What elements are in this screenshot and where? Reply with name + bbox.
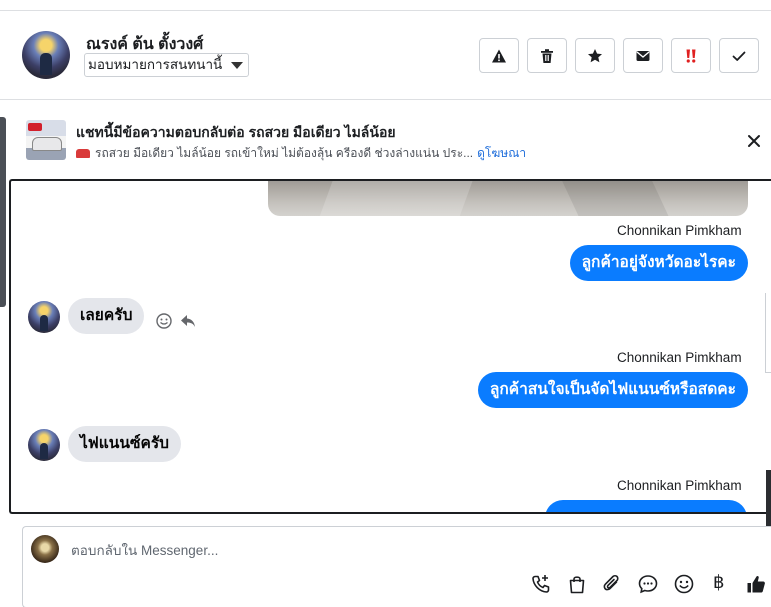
ad-thumbnail[interactable] — [26, 120, 66, 160]
sender-name: Chonnikan Pimkham — [617, 478, 742, 493]
view-ad-link[interactable]: ดูโฆษณา — [477, 146, 526, 160]
contact-avatar-small[interactable] — [28, 429, 60, 461]
close-icon[interactable] — [745, 132, 763, 150]
follow-up-button[interactable] — [671, 38, 711, 73]
outgoing-message[interactable] — [545, 500, 747, 512]
shopping-bag-icon[interactable] — [566, 573, 588, 595]
emoji-react-icon[interactable] — [155, 312, 173, 330]
car-icon — [76, 149, 90, 158]
left-scroll-handle[interactable] — [0, 117, 6, 307]
sender-name: Chonnikan Pimkham — [617, 223, 742, 238]
checkmark-icon — [732, 51, 746, 61]
baht-icon[interactable]: ฿ — [713, 572, 724, 593]
envelope-icon — [636, 50, 650, 61]
conversation-header: ณรงค์ ต้น ตั้งวงศ์ มอบหมายการสนทนานี้ — [0, 11, 771, 100]
ad-subtitle: รถสวย มือเดียว ไมล์น้อย รถเข้าใหม่ ไม่ต้… — [76, 144, 526, 163]
assign-conversation-label: มอบหมายการสนทนานี้ — [88, 57, 223, 72]
emoji-icon[interactable] — [673, 573, 695, 595]
double-exclamation-icon — [686, 49, 696, 63]
side-panel-edge — [765, 293, 771, 373]
outgoing-message[interactable]: ลูกค้าสนใจเป็นจัดไฟแนนซ์หรือสดคะ — [477, 372, 748, 408]
warning-triangle-icon — [492, 49, 506, 62]
ad-subtitle-text: รถสวย มือเดียว ไมล์น้อย รถเข้าใหม่ ไม่ต้… — [95, 146, 474, 160]
report-spam-button[interactable] — [479, 38, 519, 73]
assign-conversation-dropdown[interactable]: มอบหมายการสนทนานี้ — [84, 53, 250, 77]
caret-down-icon — [231, 62, 244, 69]
reply-composer: ฿ — [22, 526, 771, 607]
ad-title: แชทนี้มีข้อความตอบกลับต่อ รถสวย มือเดียว… — [76, 124, 396, 140]
reply-icon[interactable] — [179, 312, 197, 330]
phone-plus-icon[interactable] — [530, 573, 552, 595]
contact-avatar[interactable] — [22, 31, 70, 79]
star-button[interactable] — [575, 38, 615, 73]
mark-unread-button[interactable] — [623, 38, 663, 73]
incoming-message[interactable]: ไฟแนนซ์ครับ — [68, 426, 182, 462]
paperclip-icon[interactable] — [601, 573, 623, 595]
reply-input[interactable] — [71, 540, 631, 560]
sender-name: Chonnikan Pimkham — [617, 350, 742, 365]
delete-button[interactable] — [527, 38, 567, 73]
message-thread[interactable]: Chonnikan Pimkham ลูกค้าอยู่จังหวัดอะไรค… — [9, 179, 771, 514]
image-attachment[interactable] — [268, 181, 748, 216]
incoming-message[interactable]: เลยครับ — [68, 298, 145, 334]
trash-icon — [541, 48, 553, 63]
saved-reply-icon[interactable] — [637, 573, 659, 595]
contact-avatar-small[interactable] — [28, 301, 60, 333]
mark-done-button[interactable] — [719, 38, 759, 73]
outgoing-message[interactable]: ลูกค้าอยู่จังหวัดอะไรคะ — [569, 245, 748, 281]
inbox-conversation-view: ณรงค์ ต้น ตั้งวงศ์ มอบหมายการสนทนานี้ แช… — [0, 0, 771, 607]
star-icon — [588, 48, 602, 62]
thumbs-up-icon[interactable] — [745, 573, 767, 595]
ad-reply-banner: แชทนี้มีข้อความตอบกลับต่อ รถสวย มือเดียว… — [0, 101, 771, 179]
page-avatar — [31, 535, 59, 563]
